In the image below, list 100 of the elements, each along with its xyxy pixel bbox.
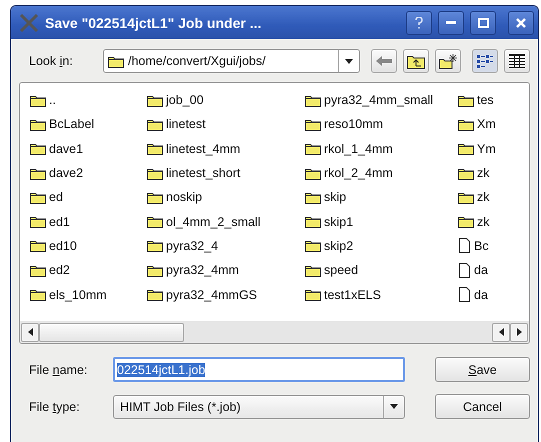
folder-icon <box>458 166 474 180</box>
folder-item[interactable]: reso10mm <box>305 112 458 137</box>
folder-icon <box>147 288 163 302</box>
path-text: /home/convert/Xgui/jobs/ <box>128 54 266 68</box>
folder-icon <box>30 215 46 228</box>
folder-item[interactable]: job_00 <box>147 88 305 112</box>
folder-item[interactable]: skip1 <box>305 209 458 234</box>
folder-item[interactable]: test1xELS <box>305 282 458 307</box>
minimize-icon <box>446 21 456 24</box>
folder-item[interactable]: zk <box>458 160 529 186</box>
detail-view-button[interactable] <box>504 49 530 73</box>
folder-item[interactable]: rkol_1_4mm <box>305 136 458 161</box>
new-folder-button[interactable] <box>435 49 461 73</box>
dropdown-arrow-icon <box>390 404 398 409</box>
minimize-button[interactable] <box>438 10 464 34</box>
folder-icon <box>30 264 46 277</box>
folder-icon <box>30 142 46 156</box>
folder-item[interactable]: ed <box>30 185 147 210</box>
folder-up-icon <box>407 54 425 68</box>
new-folder-icon <box>439 54 457 68</box>
folder-item[interactable]: ed1 <box>30 209 147 234</box>
folder-icon <box>147 94 163 107</box>
folder-item[interactable]: Xm <box>458 112 529 137</box>
folder-item[interactable]: skip <box>305 185 458 210</box>
folder-item[interactable]: .. <box>30 88 147 112</box>
scrollbar-thumb[interactable] <box>39 322 184 342</box>
folder-icon <box>305 166 321 180</box>
file-item[interactable]: da <box>458 282 529 307</box>
folder-item[interactable]: ed10 <box>30 234 147 258</box>
folder-icon <box>305 239 321 252</box>
left-triangle-icon <box>498 328 504 336</box>
file-name-field[interactable]: 022514jctL1.job <box>113 357 405 382</box>
folder-icon <box>30 239 46 252</box>
folder-icon <box>108 54 124 68</box>
folder-item[interactable]: els_10mm <box>30 282 147 307</box>
maximize-button[interactable] <box>470 10 496 34</box>
folder-icon <box>458 118 474 131</box>
window-title: Save "022514jctL1" Job under ... <box>45 14 262 30</box>
folder-item[interactable]: dave1 <box>30 136 147 161</box>
folder-item[interactable]: ol_4mm_2_small <box>147 209 305 234</box>
folder-item[interactable]: BcLabel <box>30 112 147 137</box>
parent-folder-button[interactable] <box>403 49 429 73</box>
folder-item[interactable]: speed <box>305 258 458 282</box>
folder-icon <box>147 215 163 228</box>
folder-icon <box>30 94 46 107</box>
list-view-button[interactable] <box>472 49 498 73</box>
folder-icon <box>305 118 321 131</box>
folder-icon <box>30 190 46 204</box>
folder-icon <box>30 288 46 302</box>
file-type-dropdown[interactable]: HIMT Job Files (*.job) <box>113 394 405 418</box>
folder-item[interactable]: ed2 <box>30 258 147 282</box>
folder-item[interactable]: rkol_2_4mm <box>305 160 458 186</box>
folder-icon <box>30 118 46 131</box>
folder-icon <box>458 94 474 107</box>
help-icon <box>415 16 423 28</box>
file-type-label: File type: <box>29 400 81 414</box>
folder-icon <box>458 142 474 156</box>
dropdown-arrow-icon <box>345 58 353 64</box>
folder-icon <box>147 118 163 131</box>
file-item[interactable]: Bc <box>458 234 529 258</box>
document-icon <box>458 262 471 278</box>
help-button[interactable] <box>406 10 432 34</box>
folder-item[interactable]: Ym <box>458 136 529 161</box>
close-button[interactable] <box>508 10 534 34</box>
folder-icon <box>305 94 321 107</box>
folder-icon <box>147 239 163 252</box>
save-button[interactable]: Save <box>435 357 530 382</box>
horizontal-scrollbar[interactable] <box>20 321 529 343</box>
folder-item[interactable]: linetest_short <box>147 160 305 186</box>
left-triangle-icon <box>28 328 32 336</box>
folder-item[interactable]: pyra32_4mmGS <box>147 282 305 307</box>
folder-item[interactable]: pyra32_4 <box>147 234 305 258</box>
back-button[interactable] <box>371 49 397 73</box>
x-logo-icon <box>19 14 39 32</box>
folder-item[interactable]: zk <box>458 209 529 234</box>
folder-icon <box>147 166 163 180</box>
look-in-dropdown[interactable]: /home/convert/Xgui/jobs/ <box>103 49 360 73</box>
folder-item[interactable]: dave2 <box>30 160 147 186</box>
file-name-label: File name: <box>29 362 88 376</box>
scroll-right-button[interactable] <box>510 322 528 342</box>
folder-item[interactable]: noskip <box>147 185 305 210</box>
document-icon <box>458 238 471 254</box>
folder-icon <box>147 142 163 156</box>
folder-icon <box>458 190 474 204</box>
cancel-button[interactable]: Cancel <box>435 394 530 419</box>
folder-item[interactable]: skip2 <box>305 234 458 258</box>
folder-item[interactable]: linetest_4mm <box>147 136 305 161</box>
folder-icon <box>30 166 46 180</box>
close-icon <box>516 18 526 28</box>
scroll-left-button[interactable] <box>492 322 510 342</box>
folder-item[interactable]: tes <box>458 88 529 112</box>
folder-icon <box>305 142 321 156</box>
scroll-left-button[interactable] <box>21 322 39 342</box>
folder-icon <box>458 215 474 228</box>
list-view-icon <box>477 54 493 68</box>
folder-item[interactable]: zk <box>458 185 529 210</box>
folder-item[interactable]: linetest <box>147 112 305 137</box>
file-item[interactable]: da <box>458 258 529 282</box>
folder-item[interactable]: pyra32_4mm <box>147 258 305 282</box>
folder-item[interactable]: pyra32_4mm_small <box>305 88 458 112</box>
